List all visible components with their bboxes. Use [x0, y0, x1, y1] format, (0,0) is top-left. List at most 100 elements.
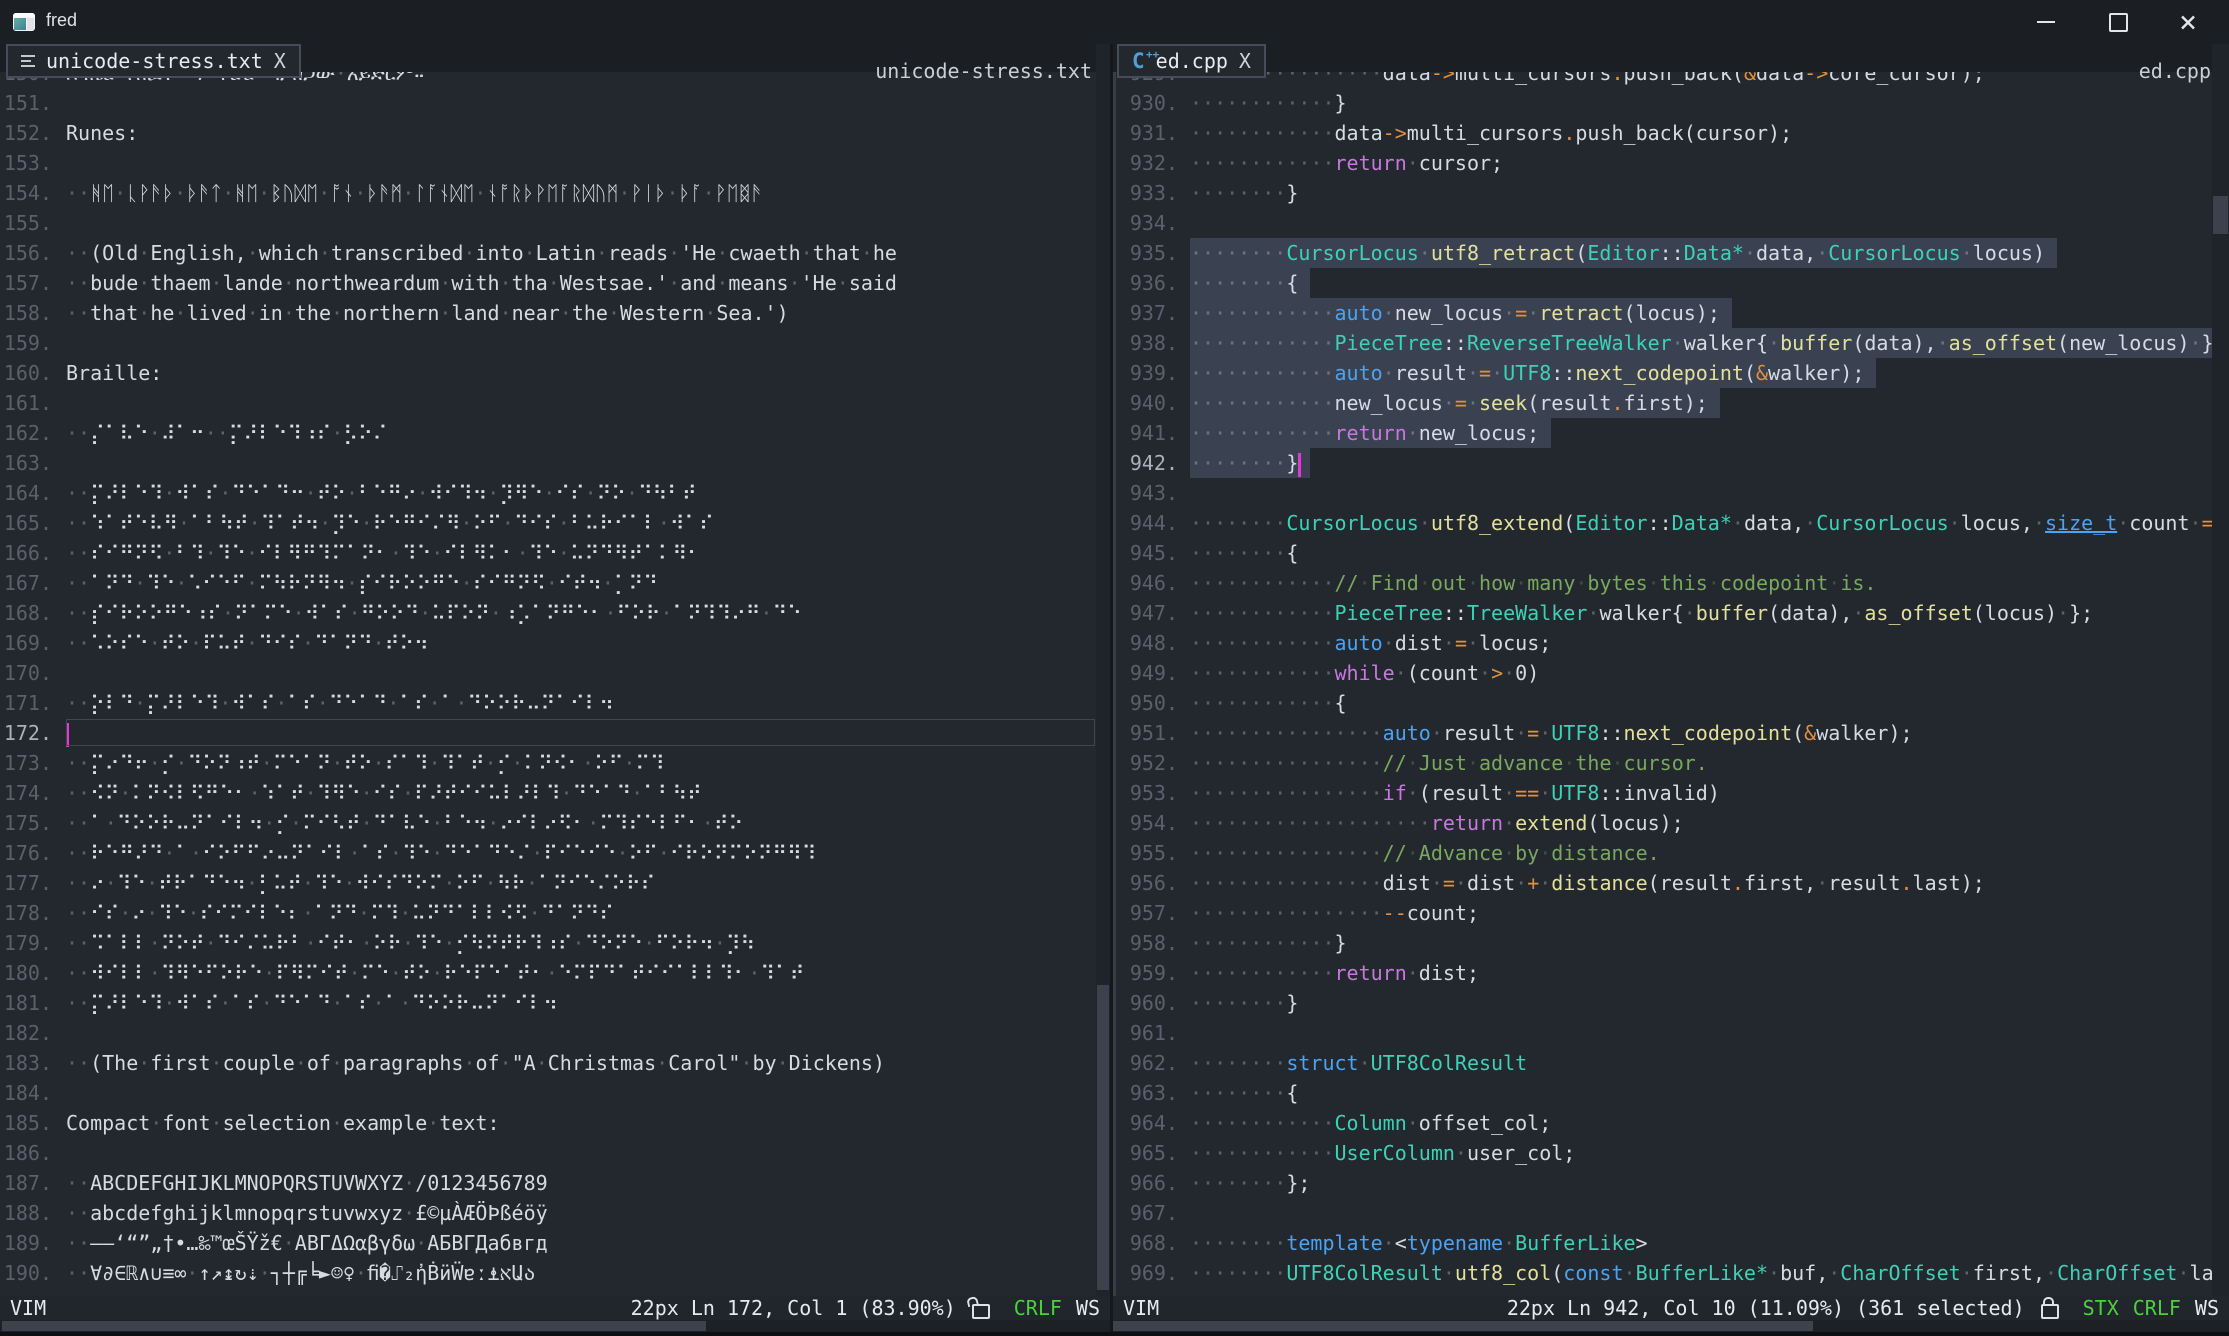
- tab-unicode-stress[interactable]: unicode-stress.txt X: [6, 44, 301, 78]
- code-line[interactable]: 958.············}: [1113, 928, 2212, 958]
- code-line[interactable]: 930.············}: [1113, 88, 2212, 118]
- scrollbar-thumb[interactable]: [2213, 196, 2228, 234]
- code-line[interactable]: 181.··⡍⠜⠇⠑⠹·⠺⠁⠎·⠁⠎·⠙⠑⠁⠙·⠁⠎·⠁·⠙⠕⠕⠗⠤⠝⠁⠊⠇⠲: [0, 988, 1096, 1018]
- code-line[interactable]: 959.············return·dist;: [1113, 958, 2212, 988]
- code-line[interactable]: 185.Compact·font·selection·example·text:: [0, 1108, 1096, 1138]
- code-line[interactable]: 941.············return·new_locus;: [1113, 418, 2212, 448]
- code-line[interactable]: 155.: [0, 208, 1096, 238]
- tab-close-icon[interactable]: X: [1239, 49, 1251, 73]
- code-line[interactable]: 953.················if·(result·==·UTF8::…: [1113, 778, 2212, 808]
- eol-badge-ws[interactable]: WS: [1076, 1296, 1100, 1320]
- eol-badge-stx[interactable]: STX: [2083, 1296, 2119, 1320]
- vertical-scrollbar[interactable]: [2212, 44, 2229, 1296]
- code-line[interactable]: 160.Braille:: [0, 358, 1096, 388]
- code-line[interactable]: 939.············auto·result·=·UTF8::next…: [1113, 358, 2212, 388]
- code-line[interactable]: 179.··⠩⠁⠇⠇·⠝⠕⠞·⠙⠊⠌⠥⠗⠃·⠊⠞⠂·⠕⠗·⠹⠑·⡊⠳⠝⠞⠗⠹⠰⠎…: [0, 928, 1096, 958]
- code-line[interactable]: 949.············while·(count·>·0): [1113, 658, 2212, 688]
- code-line[interactable]: 177.··⠔·⠹⠑·⠞⠗⠁⠙⠑⠲·⡃⠥⠞·⠹⠑·⠺⠊⠎⠙⠕⠍·⠕⠋·⠳⠗·⠁⠝…: [0, 868, 1096, 898]
- code-line[interactable]: 948.············auto·dist·=·locus;: [1113, 628, 2212, 658]
- close-button[interactable]: ×: [2158, 0, 2218, 44]
- code-line[interactable]: 944.········CursorLocus·utf8_extend(Edit…: [1113, 508, 2212, 538]
- code-line[interactable]: 178.··⠊⠎·⠔·⠹⠑·⠎⠊⠍⠊⠇⠑⠆·⠁⠝⠙·⠍⠹·⠥⠝⠙⠁⠇⠇⠪⠫·⠙⠁…: [0, 898, 1096, 928]
- code-line[interactable]: 968.········template·<typename·BufferLik…: [1113, 1228, 2212, 1258]
- code-line[interactable]: 182.: [0, 1018, 1096, 1048]
- code-line[interactable]: 946.············//·Find·out·how·many·byt…: [1113, 568, 2212, 598]
- code-line[interactable]: 168.··⡎⠊⠗⠕⠕⠛⠑⠰⠎·⠝⠁⠍⠑·⠺⠁⠎·⠛⠕⠕⠙·⠥⠏⠕⠝·⠰⡡⠁⠝⠛…: [0, 598, 1096, 628]
- code-line[interactable]: 951.················auto·result·=·UTF8::…: [1113, 718, 2212, 748]
- code-line[interactable]: 180.··⠺⠊⠇⠇·⠹⠻⠑⠋⠕⠗⠑·⠏⠻⠍⠊⠞·⠍⠑·⠞⠕·⠗⠑⠏⠑⠁⠞⠂·⠑…: [0, 958, 1096, 988]
- code-line[interactable]: 161.: [0, 388, 1096, 418]
- code-line[interactable]: 947.············PieceTree::TreeWalker·wa…: [1113, 598, 2212, 628]
- code-line[interactable]: 942.········}: [1113, 448, 2212, 478]
- code-line[interactable]: 935.········CursorLocus·utf8_retract(Edi…: [1113, 238, 2212, 268]
- code-line[interactable]: 936.········{: [1113, 268, 2212, 298]
- code-line[interactable]: 162.··⡌⠁⠧⠑·⠼⠁⠒··⡍⠜⠇⠑⠹⠰⠎·⡣⠕⠌: [0, 418, 1096, 448]
- code-line[interactable]: 164.··⡍⠜⠇⠑⠹·⠺⠁⠎·⠙⠑⠁⠙⠒·⠞⠕·⠃⠑⠛⠔·⠺⠊⠹⠲·⡹⠻⠑·⠊…: [0, 478, 1096, 508]
- code-line[interactable]: 954.····················return·extend(lo…: [1113, 808, 2212, 838]
- code-line[interactable]: 183.··(The·first·couple·of·paragraphs·of…: [0, 1048, 1096, 1078]
- code-line[interactable]: 963.········{: [1113, 1078, 2212, 1108]
- code-line[interactable]: 157.··bude·thaem·lande·northweardum·with…: [0, 268, 1096, 298]
- code-line[interactable]: 165.··⠱⠁⠞⠑⠧⠻·⠁⠃⠳⠞·⠹⠁⠞⠲·⡹⠑·⠗⠑⠛⠊⠌⠻·⠕⠋·⠙⠊⠎·…: [0, 508, 1096, 538]
- vertical-scrollbar[interactable]: [1096, 44, 1110, 1296]
- horizontal-scrollbar[interactable]: [0, 1320, 1110, 1332]
- code-area[interactable]: 929.················data->multi_cursors.…: [1113, 58, 2212, 1296]
- tab-ed-cpp[interactable]: C++ ed.cpp X: [1117, 44, 1266, 78]
- eol-badge-crlf[interactable]: CRLF: [2133, 1296, 2181, 1320]
- code-line[interactable]: 167.··⠁⠝⠙·⠹⠑·⠡⠊⠑⠋·⠍⠳⠗⠝⠻⠲·⡎⠊⠗⠕⠕⠛⠑·⠎⠊⠛⠝⠫·⠊…: [0, 568, 1096, 598]
- code-line[interactable]: 158.··that·he·lived·in·the·northern·land…: [0, 298, 1096, 328]
- eol-badge-crlf[interactable]: CRLF: [1014, 1296, 1062, 1320]
- horizontal-scrollbar[interactable]: [1113, 1320, 2229, 1332]
- code-line[interactable]: 175.··⠁·⠙⠕⠕⠗⠤⠝⠁⠊⠇⠲·⡊·⠍⠊⠣⠞·⠙⠁⠧⠑·⠃⠑⠲·⠔⠊⠇⠔⠫…: [0, 808, 1096, 838]
- code-line[interactable]: 933.········}: [1113, 178, 2212, 208]
- code-line[interactable]: 151.: [0, 88, 1096, 118]
- code-line[interactable]: 184.: [0, 1078, 1096, 1108]
- code-line[interactable]: 934.: [1113, 208, 2212, 238]
- code-line[interactable]: 153.: [0, 148, 1096, 178]
- code-line[interactable]: 186.: [0, 1138, 1096, 1168]
- code-line[interactable]: 950.············{: [1113, 688, 2212, 718]
- code-line[interactable]: 945.········{: [1113, 538, 2212, 568]
- code-line[interactable]: 170.: [0, 658, 1096, 688]
- code-line[interactable]: 174.··⠪⠝·⠅⠝⠪⠇⠫⠛⠑⠂·⠱⠁⠞·⠹⠻⠑·⠊⠎·⠏⠜⠞⠊⠊⠥⠇⠜⠇⠹·…: [0, 778, 1096, 808]
- code-line[interactable]: 173.··⡍⠔⠙⠖·⡊·⠙⠕⠝⠰⠞·⠍⠑⠁⠝·⠞⠕·⠎⠁⠹·⠹⠁⠞·⡊·⠅⠝⠪…: [0, 748, 1096, 778]
- code-line[interactable]: 960.········}: [1113, 988, 2212, 1018]
- code-line[interactable]: 967.: [1113, 1198, 2212, 1228]
- code-line[interactable]: 956.················dist·=·dist·+·distan…: [1113, 868, 2212, 898]
- maximize-button[interactable]: [2088, 0, 2148, 44]
- code-area[interactable]: 150.እግዜር·የከፈተውን·ጉሮሮ·ሳይዘጋው·አይድርም።151.152.…: [0, 58, 1096, 1296]
- code-line[interactable]: 943.: [1113, 478, 2212, 508]
- minimize-button[interactable]: [2016, 0, 2076, 44]
- code-line[interactable]: 966.········};: [1113, 1168, 2212, 1198]
- code-line[interactable]: 962.········struct·UTF8ColResult: [1113, 1048, 2212, 1078]
- code-line[interactable]: 187.··ABCDEFGHIJKLMNOPQRSTUVWXYZ·/012345…: [0, 1168, 1096, 1198]
- code-line[interactable]: 169.··⠡⠕⠎⠑·⠞⠕·⠏⠥⠞·⠙⠊⠎·⠙⠁⠝⠙·⠞⠕⠲: [0, 628, 1096, 658]
- code-line[interactable]: 965.············UserColumn·user_col;: [1113, 1138, 2212, 1168]
- code-line[interactable]: 932.············return·cursor;: [1113, 148, 2212, 178]
- code-line[interactable]: 964.············Column·offset_col;: [1113, 1108, 2212, 1138]
- scrollbar-thumb[interactable]: [1113, 1321, 1813, 1331]
- code-line[interactable]: 159.: [0, 328, 1096, 358]
- scrollbar-thumb[interactable]: [2, 1321, 706, 1331]
- code-line[interactable]: 957.················--count;: [1113, 898, 2212, 928]
- unlocked-icon[interactable]: [972, 1304, 990, 1319]
- code-line[interactable]: 176.··⠗⠑⠛⠜⠙·⠁·⠊⠕⠋⠋⠔⠤⠝⠁⠊⠇·⠁⠎·⠹⠑·⠙⠑⠁⠙⠑⠌·⠏⠊…: [0, 838, 1096, 868]
- code-line[interactable]: 938.············PieceTree::ReverseTreeWa…: [1113, 328, 2212, 358]
- eol-badge-ws[interactable]: WS: [2195, 1296, 2219, 1320]
- code-line[interactable]: 190.··∀∂∈ℝ∧∪≡∞·↑↗↨↻⇣·┐┼╔╘►☺♀·ﬁ�⑀₂ἠḂӥẄɐː⍎…: [0, 1258, 1096, 1288]
- code-line[interactable]: 166.··⠎⠊⠛⠝⠫·⠃⠹·⠹⠑·⠊⠇⠻⠛⠹⠍⠁⠝⠂·⠹⠑·⠊⠇⠻⠅⠂·⠹⠑·…: [0, 538, 1096, 568]
- code-line[interactable]: 969.········UTF8ColResult·utf8_col(const…: [1113, 1258, 2212, 1288]
- code-line[interactable]: 152.Runes:: [0, 118, 1096, 148]
- code-line[interactable]: 937.············auto·new_locus·=·retract…: [1113, 298, 2212, 328]
- code-line[interactable]: 172.: [0, 718, 1096, 748]
- scrollbar-thumb[interactable]: [1097, 985, 1109, 1290]
- code-line[interactable]: 961.: [1113, 1018, 2212, 1048]
- code-line[interactable]: 955.················//·Advance·by·distan…: [1113, 838, 2212, 868]
- code-line[interactable]: 931.············data->multi_cursors.push…: [1113, 118, 2212, 148]
- code-line[interactable]: 171.··⡕⠇⠙·⡍⠜⠇⠑⠹·⠺⠁⠎·⠁⠎·⠙⠑⠁⠙·⠁⠎·⠁·⠙⠕⠕⠗⠤⠝⠁…: [0, 688, 1096, 718]
- code-line[interactable]: 154.··ᚻᛖ·ᚳᚹᚫᚦ·ᚦᚫᛏ·ᚻᛖ·ᛒᚢᛞᛖ·ᚩᚾ·ᚦᚫᛗ·ᛚᚪᚾᛞᛖ·ᚾ…: [0, 178, 1096, 208]
- code-line[interactable]: 189.··–—‘“”„†•…‰™œŠŸž€·ΑΒΓΔΩαβγδω·АБВГДа…: [0, 1228, 1096, 1258]
- tab-close-icon[interactable]: X: [274, 49, 286, 73]
- locked-icon[interactable]: [2041, 1304, 2059, 1319]
- code-line[interactable]: 952.················//·Just·advance·the·…: [1113, 748, 2212, 778]
